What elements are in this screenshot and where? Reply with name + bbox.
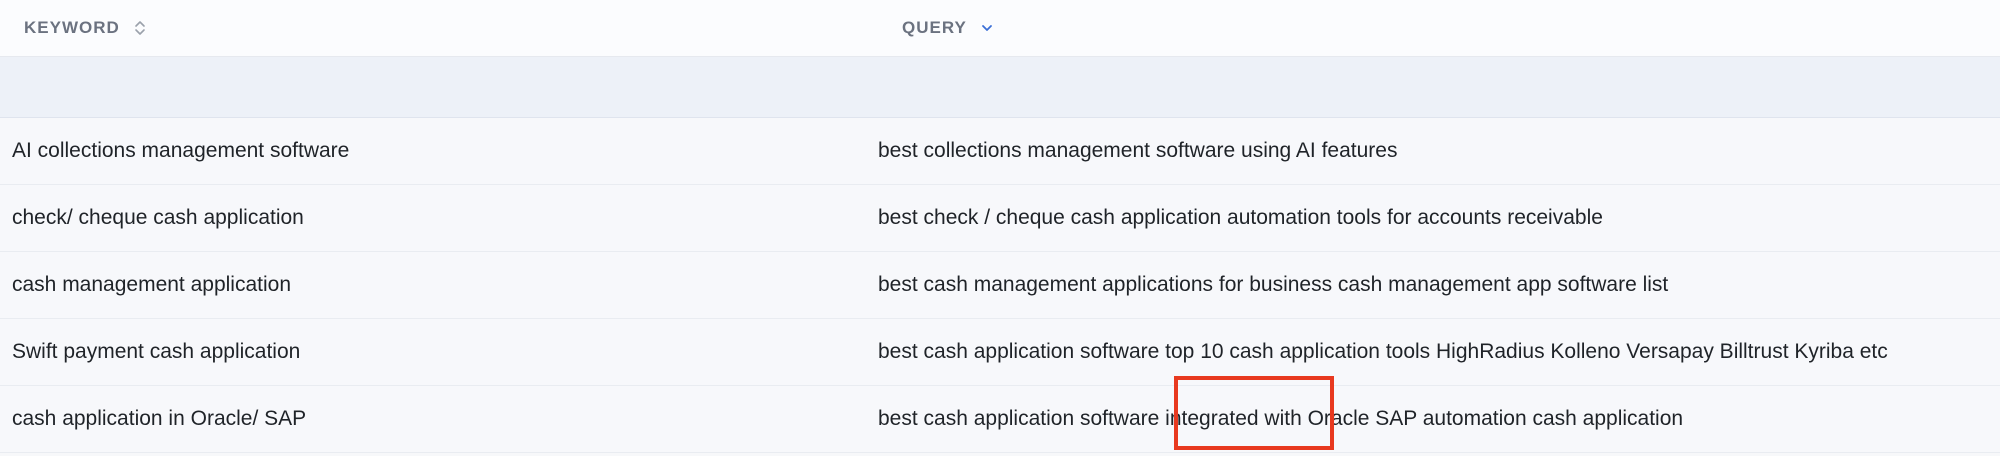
results-table: KEYWORD QUERY AI collections management … (0, 0, 2000, 456)
table-row[interactable]: AI collections management software best … (0, 118, 2000, 185)
keyword-cell: AI collections management software (12, 139, 350, 162)
query-cell: best cash application software integrate… (878, 407, 1684, 430)
query-cell: best check / cheque cash application aut… (878, 206, 1603, 229)
column-header-keyword[interactable]: KEYWORD (24, 0, 148, 56)
keyword-cell: cash management application (12, 273, 292, 296)
query-cell: best cash application software top 10 ca… (878, 340, 1888, 363)
table-header: KEYWORD QUERY (0, 0, 2000, 57)
sort-updown-icon[interactable] (132, 19, 148, 37)
query-cell: best cash management applications for bu… (878, 273, 1669, 296)
table-row[interactable]: cash management application best cash ma… (0, 252, 2000, 319)
column-header-query[interactable]: QUERY (902, 0, 995, 56)
filter-row (0, 57, 2000, 118)
column-header-query-label: QUERY (902, 18, 967, 37)
chevron-down-icon[interactable] (979, 19, 995, 37)
column-header-keyword-label: KEYWORD (24, 18, 120, 37)
keyword-cell: Swift payment cash application (12, 340, 301, 363)
keyword-cell: cash application in Oracle/ SAP (12, 407, 307, 430)
query-cell: best collections management software usi… (878, 139, 1398, 162)
keyword-cell: check/ cheque cash application (12, 206, 304, 229)
table-row[interactable]: cash application in Oracle/ SAP best cas… (0, 386, 2000, 453)
table-row[interactable]: Swift payment cash application best cash… (0, 319, 2000, 386)
table-row[interactable]: check/ cheque cash application best chec… (0, 185, 2000, 252)
